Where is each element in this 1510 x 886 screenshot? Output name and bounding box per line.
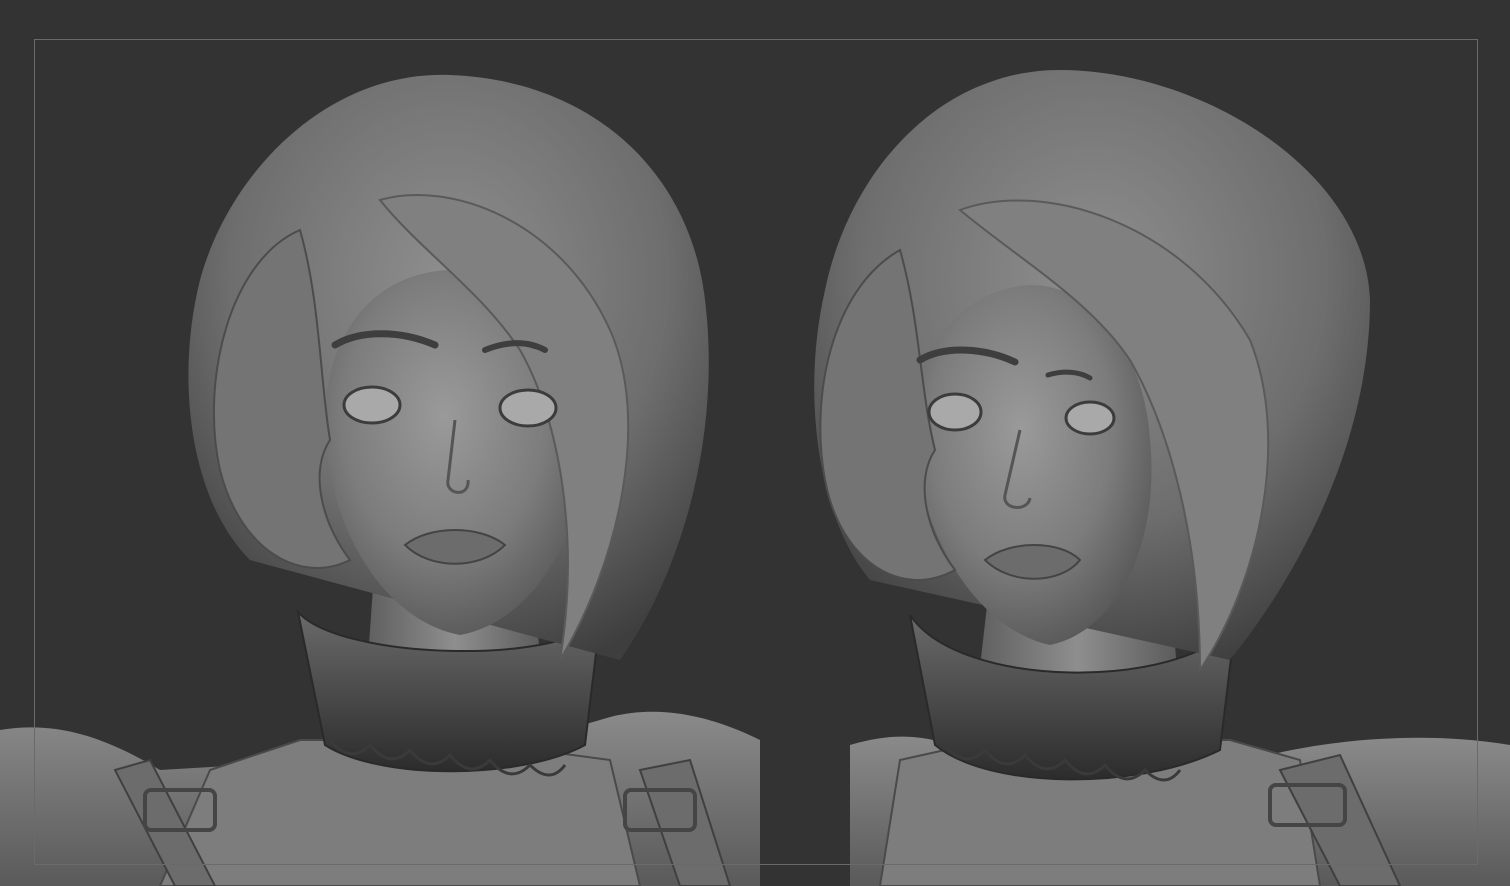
- front-view-bust: [0, 74, 760, 886]
- sculpt-render: [0, 70, 1510, 886]
- front-right-eye: [498, 388, 558, 428]
- three-quarter-view-bust: [814, 70, 1510, 886]
- tq-left-eye: [927, 392, 983, 432]
- tq-right-eye: [1064, 400, 1116, 436]
- sculpt-viewport[interactable]: [0, 0, 1510, 886]
- front-left-eye: [342, 385, 402, 425]
